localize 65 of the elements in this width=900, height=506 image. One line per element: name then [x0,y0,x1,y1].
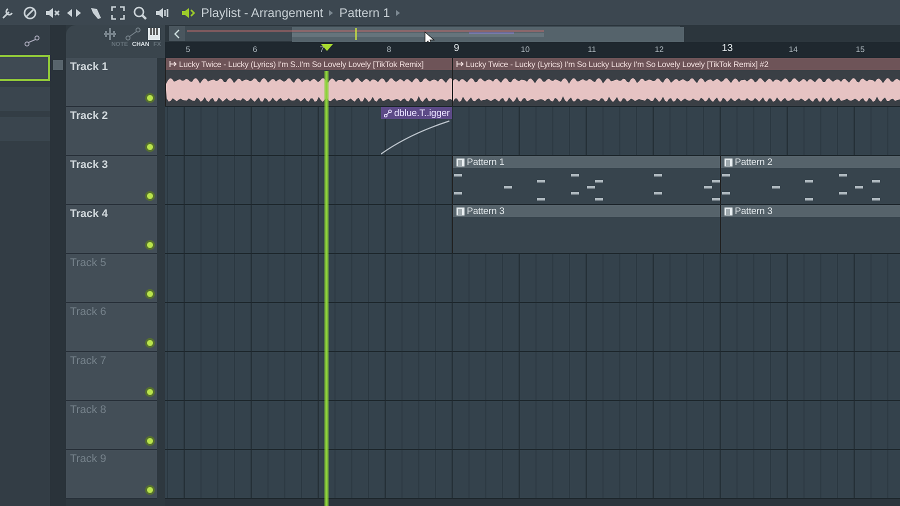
automation-curve [381,119,452,155]
fullscreen-icon[interactable] [110,4,126,20]
arrow-icon [456,60,464,68]
pattern-icon [456,158,465,166]
track-lane[interactable] [165,401,900,450]
track-name: Track 3 [70,159,108,171]
clip-title: Pattern 3 [734,206,772,216]
track-header[interactable]: Track 3 [66,156,157,205]
pattern-icon [724,206,733,216]
track-header[interactable]: Track 4 [66,205,157,254]
chevron-icon [395,8,402,18]
track-lane[interactable]: Pattern 3 Pattern 3 [165,205,900,254]
pattern-icon [456,206,465,216]
track-lane[interactable]: Pattern 1 Pattern 2 [165,156,900,205]
bar-number: 8 [386,45,392,54]
breadcrumb-link[interactable]: Pattern 1 [339,6,390,20]
bar-number: 9 [454,43,460,54]
clip-title: Lucky Twice - Lucky (Lyrics) I'm So Lucky Lucky I'm So Lovely Lovely [TikTok Remix] #2 [466,60,768,68]
bar-number: 13 [722,43,733,54]
bar-number: 5 [186,45,190,54]
piano-icon[interactable] [147,27,161,41]
track-name: Track 1 [70,61,108,73]
track-header[interactable]: Track 2 [66,107,157,156]
track-enable-button[interactable] [147,389,153,395]
track-header[interactable]: Track 1 [66,58,157,107]
track-name: Track 4 [70,208,108,220]
bar-number: 10 [520,45,530,54]
bar-number: 6 [252,45,258,54]
plus-icon[interactable] [101,27,119,41]
track-enable-button[interactable] [147,291,153,297]
track-enable-button[interactable] [147,95,153,101]
track-name: Track 2 [70,110,108,122]
clip-title: Lucky Twice - Lucky (Lyrics) I'm S..I'm So Lovely Lovely [TikTok Remix] [179,60,424,68]
bar-number: 12 [654,45,664,54]
automation-clip[interactable]: dblue.T..igger [381,107,452,155]
track-enable-button[interactable] [147,144,153,150]
bar-number: 11 [588,45,596,54]
arrow-icon [169,60,177,68]
link-icon [384,108,392,118]
track-lane[interactable] [165,303,900,352]
bar-number: 7 [320,45,324,54]
clip-title: Pattern 1 [466,156,504,168]
track-lane[interactable] [165,254,900,303]
track-lane[interactable]: Lucky Twice - Lucky (Lyrics) I'm S..I'm So Lovely Lovely [TikTok Remix] Lucky Twice - Lucky (Lyrics) I'm So Lucky Lucky I'm So Lovely Lovely [TikTok Remix] #2 [165,58,900,107]
clip-title: Pattern 2 [734,156,772,168]
link-icon[interactable] [125,27,141,41]
chevron-icon [328,8,334,18]
clip-title: Pattern 3 [466,206,504,216]
track-lane[interactable]: dblue.T..igger [165,107,900,156]
no-entry-icon[interactable] [22,4,38,20]
pattern-icon [724,158,733,166]
track-lane[interactable] [165,450,900,499]
track-enable-button[interactable] [147,438,153,444]
link-icon[interactable] [24,35,40,47]
breadcrumb-link[interactable]: Playlist - Arrangement [201,6,324,20]
clip-title: dblue.T..igger [394,108,450,118]
track-enable-button[interactable] [147,193,153,199]
track-enable-button[interactable] [147,487,153,493]
bar-number: 14 [788,45,798,54]
track-lane[interactable] [165,352,900,401]
chevron-icon[interactable] [174,28,180,38]
bar-number: 15 [856,45,865,54]
track-enable-button[interactable] [147,340,153,346]
track-enable-button[interactable] [147,242,153,248]
zoom-icon[interactable] [132,4,148,20]
